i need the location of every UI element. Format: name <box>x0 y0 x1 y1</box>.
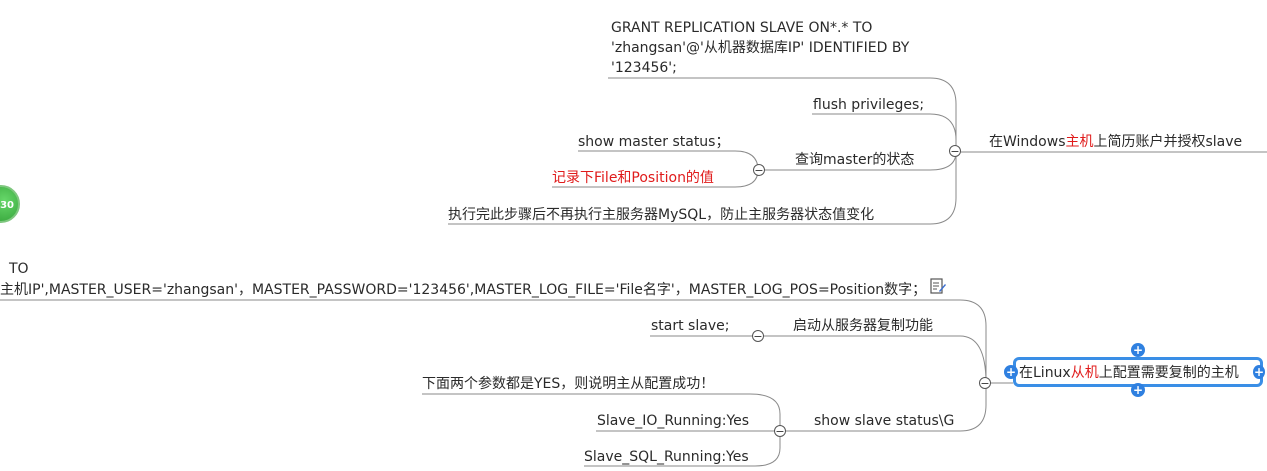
windows-root-node[interactable]: 在Windows主机上简历账户并授权slave <box>989 133 1242 151</box>
linux-root-red: 从机 <box>1070 365 1099 381</box>
add-node-icon[interactable]: + <box>1253 365 1265 379</box>
windows-root-post: 上简历账户并授权slave <box>1093 134 1243 150</box>
change-master-to-fragment[interactable]: TO <box>9 260 29 278</box>
slave-io-running-node[interactable]: Slave_IO_Running:Yes <box>597 412 749 430</box>
slave-sql-running-node[interactable]: Slave_SQL_Running:Yes <box>584 448 749 466</box>
show-master-status-node[interactable]: show master status； <box>578 133 729 151</box>
badge-count: 30 <box>0 200 14 211</box>
linux-root-pre: 在Linux <box>1019 365 1071 381</box>
grant-statement-line2[interactable]: 'zhangsan'@'从机器数据库IP' IDENTIFIED BY <box>611 39 909 57</box>
show-slave-status-node[interactable]: show slave status\G <box>814 412 954 430</box>
linux-root-label: 在Linux从机上配置需要复制的主机 <box>1019 364 1239 382</box>
add-node-icon[interactable]: + <box>1004 365 1018 379</box>
change-master-statement[interactable]: 主机IP',MASTER_USER='zhangsan'，MASTER_PASS… <box>0 281 926 299</box>
grant-statement-line3[interactable]: '123456'; <box>611 59 677 77</box>
success-note-node[interactable]: 下面两个参数都是YES，则说明主从配置成功！ <box>422 375 714 393</box>
record-file-position-node[interactable]: 记录下File和Position的值 <box>552 169 714 187</box>
collapse-minus-icon[interactable]: − <box>949 145 961 157</box>
stop-master-note-node[interactable]: 执行完此步骤后不再执行主服务器MySQL，防止主服务器状态值变化 <box>448 206 874 224</box>
collapse-minus-icon[interactable]: − <box>774 425 786 437</box>
collapse-minus-icon[interactable]: − <box>979 377 991 389</box>
start-slave-command[interactable]: start slave; <box>651 317 729 335</box>
collapse-minus-icon[interactable]: − <box>752 330 764 342</box>
grant-statement-line1[interactable]: GRANT REPLICATION SLAVE ON*.* TO <box>611 19 872 37</box>
add-node-icon[interactable]: + <box>1131 383 1145 397</box>
flush-privileges-node[interactable]: flush privileges; <box>813 96 924 114</box>
add-node-icon[interactable]: + <box>1131 343 1145 357</box>
windows-root-pre: 在Windows <box>989 134 1066 150</box>
query-master-status-node[interactable]: 查询master的状态 <box>795 151 914 169</box>
linux-root-post: 上配置需要复制的主机 <box>1098 365 1239 381</box>
windows-root-red: 主机 <box>1065 134 1094 150</box>
collapse-minus-icon[interactable]: − <box>753 164 765 176</box>
note-edit-icon[interactable] <box>930 278 946 294</box>
start-slave-label-node[interactable]: 启动从服务器复制功能 <box>793 317 933 335</box>
